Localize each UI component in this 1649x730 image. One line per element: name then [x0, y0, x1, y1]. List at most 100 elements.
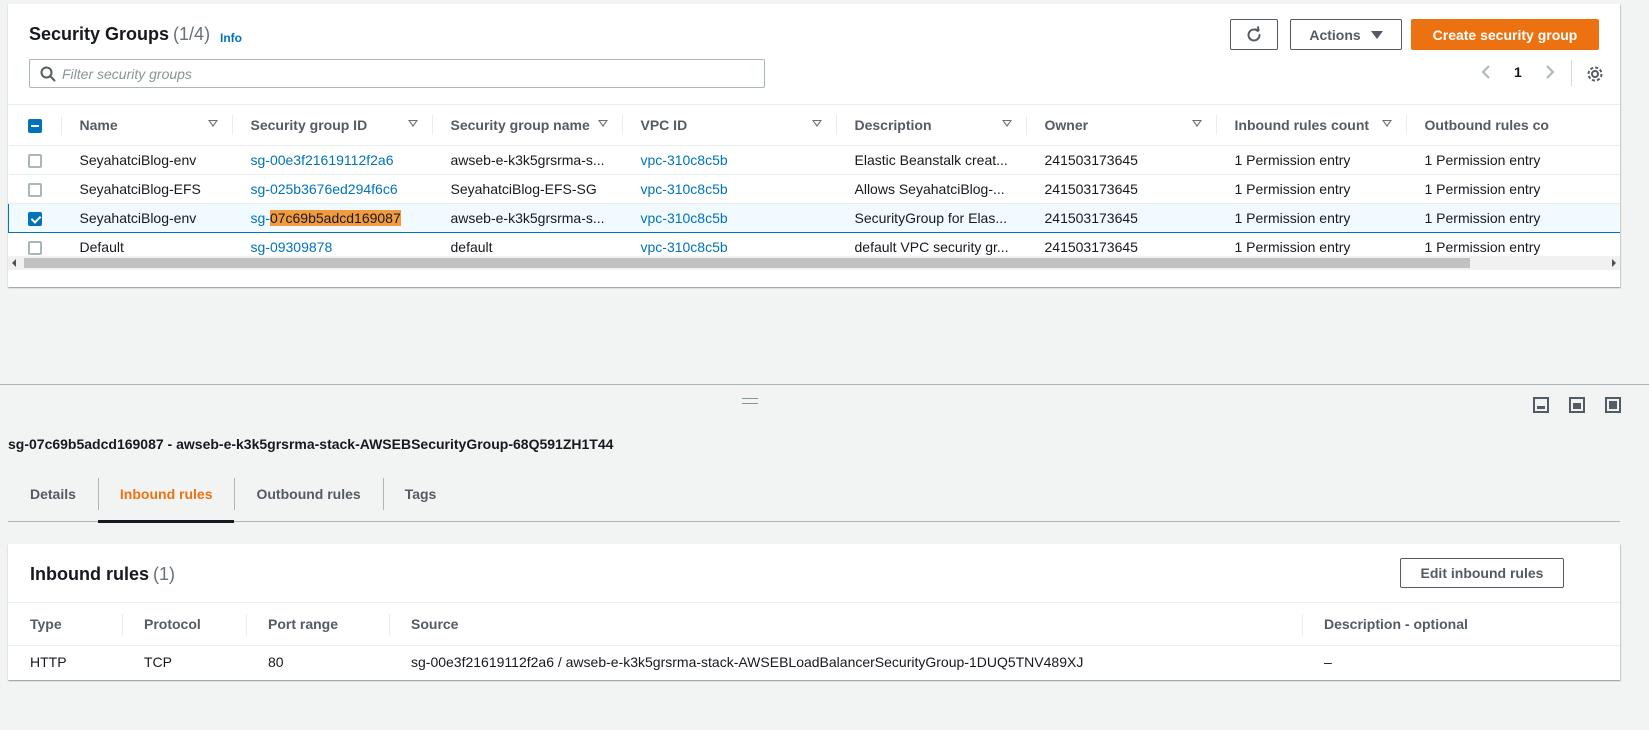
inbound-rules-count: (1) [153, 564, 175, 584]
column-header-inbound-count[interactable]: Inbound rules count [1215, 105, 1406, 146]
table-row[interactable]: SeyahatciBlog-env sg-00e3f21619112f2a6 a… [8, 145, 1620, 175]
sg-id-link[interactable]: sg-09309878 [251, 239, 333, 255]
sg-id-link[interactable]: sg-00e3f21619112f2a6 [251, 152, 394, 168]
cell-source: sg-00e3f21619112f2a6 / awseb-e-k3k5grsrm… [411, 654, 1084, 671]
layout-switcher [1533, 397, 1621, 413]
cell-owner: 241503173645 [1025, 145, 1216, 175]
cell-description: SecurityGroup for Elas... [835, 202, 1026, 233]
cell-inbound-count: 1 Permission entry [1215, 202, 1406, 233]
cell-sg-name: SeyahatciBlog-EFS-SG [431, 174, 622, 204]
column-header-vpc-id[interactable]: VPC ID [621, 105, 836, 146]
sort-caret-icon [1001, 120, 1012, 127]
scroll-left-icon[interactable] [12, 259, 16, 267]
select-all-cell [8, 105, 61, 146]
select-all-checkbox[interactable] [27, 118, 42, 133]
cell-port-range: 80 [268, 654, 284, 671]
column-header-sg-name[interactable]: Security group name [431, 105, 622, 146]
sg-id-link[interactable]: sg- [251, 210, 270, 226]
edit-inbound-rules-button[interactable]: Edit inbound rules [1400, 558, 1564, 588]
security-groups-table: Name Security group ID Security group na… [8, 104, 1620, 274]
cell-type: HTTP [30, 654, 67, 671]
cell-protocol: TCP [144, 654, 172, 671]
chevron-left-icon[interactable] [1476, 62, 1496, 82]
scrollbar-thumb[interactable] [24, 258, 1470, 268]
column-header-label: VPC ID [640, 116, 688, 133]
security-groups-panel: Security Groups (1/4) Info Actions Create… [8, 4, 1620, 287]
inbound-header-row: Type Protocol Port range Source Descript… [8, 602, 1620, 646]
table-row[interactable]: SeyahatciBlog-EFS sg-025b3676ed294f6c6 S… [8, 174, 1620, 204]
layout-minimize-icon[interactable] [1533, 397, 1549, 413]
layout-maximize-icon[interactable] [1605, 397, 1621, 413]
row-checkbox[interactable] [28, 211, 42, 226]
gear-icon[interactable] [1585, 64, 1605, 84]
cell-vpc-id[interactable]: vpc-310c8c5b [621, 174, 836, 204]
cell-vpc-id[interactable]: vpc-310c8c5b [621, 145, 836, 175]
search-box[interactable] [29, 59, 765, 88]
refresh-button[interactable] [1230, 19, 1278, 50]
sort-caret-icon [1191, 120, 1202, 127]
pagination: 1 [1476, 62, 1560, 82]
cell-outbound-count: 1 Permission entry [1405, 145, 1620, 175]
column-header-type: Type [8, 602, 122, 646]
page-title: Security Groups (1/4) [29, 24, 210, 45]
cell-name: SeyahatciBlog-EFS [60, 174, 232, 204]
cell-description: Allows SeyahatciBlog-... [835, 174, 1026, 204]
tab-details[interactable]: Details [8, 466, 98, 522]
actions-button[interactable]: Actions [1290, 19, 1402, 50]
cell-inbound-count: 1 Permission entry [1215, 145, 1406, 175]
cell-vpc-id[interactable]: vpc-310c8c5b [621, 202, 836, 233]
column-header-outbound-count[interactable]: Outbound rules co [1405, 105, 1620, 146]
cell-name: SeyahatciBlog-env [60, 145, 232, 175]
column-header-sg-id[interactable]: Security group ID [231, 105, 432, 146]
inbound-rules-table: Type Protocol Port range Source Descript… [8, 602, 1620, 679]
sort-caret-icon [811, 120, 822, 127]
scroll-right-icon[interactable] [1612, 259, 1616, 267]
column-header-label: Name [79, 116, 118, 133]
inbound-rules-title-text: Inbound rules [30, 564, 149, 584]
page-number[interactable]: 1 [1514, 64, 1522, 80]
column-header-name[interactable]: Name [60, 105, 232, 146]
row-checkbox-cell [8, 202, 61, 233]
row-checkbox[interactable] [27, 182, 42, 197]
cell-description: Elastic Beanstalk creat... [835, 145, 1026, 175]
create-security-group-button[interactable]: Create security group [1411, 19, 1599, 50]
column-header-label: Outbound rules co [1424, 116, 1549, 133]
column-header-owner[interactable]: Owner [1025, 105, 1216, 146]
tab-tags[interactable]: Tags [382, 466, 459, 522]
column-header-protocol: Protocol [122, 602, 246, 646]
panel-header: Security Groups (1/4) Info Actions Create… [8, 4, 1620, 104]
tab-inbound-rules[interactable]: Inbound rules [97, 466, 235, 523]
row-checkbox[interactable] [27, 240, 42, 255]
chevron-right-icon[interactable] [1540, 62, 1560, 82]
row-checkbox-cell [8, 174, 61, 204]
sort-caret-icon [207, 120, 218, 127]
cell-sg-id[interactable]: sg-07c69b5adcd169087 [231, 202, 432, 233]
info-link[interactable]: Info [220, 31, 242, 45]
row-checkbox[interactable] [27, 153, 42, 168]
caret-down-icon [1370, 30, 1383, 39]
refresh-icon [1247, 25, 1261, 41]
cell-inbound-count: 1 Permission entry [1215, 174, 1406, 204]
search-input[interactable] [62, 60, 752, 87]
cell-owner: 241503173645 [1025, 174, 1216, 204]
table-header-row: Name Security group ID Security group na… [8, 105, 1620, 146]
drag-handle-icon[interactable] [742, 398, 758, 404]
table-row: HTTP TCP 80 sg-00e3f21619112f2a6 / awseb… [8, 646, 1620, 679]
horizontal-scrollbar[interactable] [8, 256, 1620, 270]
column-header-port-range: Port range [246, 602, 389, 646]
sg-id-link[interactable]: sg-025b3676ed294f6c6 [251, 181, 398, 197]
column-header-description[interactable]: Description [835, 105, 1026, 146]
page-title-text: Security Groups [29, 24, 170, 44]
column-header-description: Description - optional [1302, 602, 1620, 646]
cell-sg-name: awseb-e-k3k5grsrma-s... [431, 145, 622, 175]
column-header-label: Security group name [450, 116, 590, 133]
pager-divider [1571, 60, 1572, 86]
table-row-selected[interactable]: SeyahatciBlog-env sg-07c69b5adcd169087 a… [8, 202, 1620, 233]
cell-sg-id[interactable]: sg-00e3f21619112f2a6 [231, 145, 432, 175]
layout-split-icon[interactable] [1569, 397, 1585, 413]
cell-sg-id[interactable]: sg-025b3676ed294f6c6 [231, 174, 432, 204]
actions-label: Actions [1309, 26, 1361, 43]
sg-id-highlight[interactable]: 07c69b5adcd169087 [269, 209, 401, 226]
cell-sg-name: awseb-e-k3k5grsrma-s... [431, 202, 622, 233]
tab-outbound-rules[interactable]: Outbound rules [234, 466, 382, 522]
